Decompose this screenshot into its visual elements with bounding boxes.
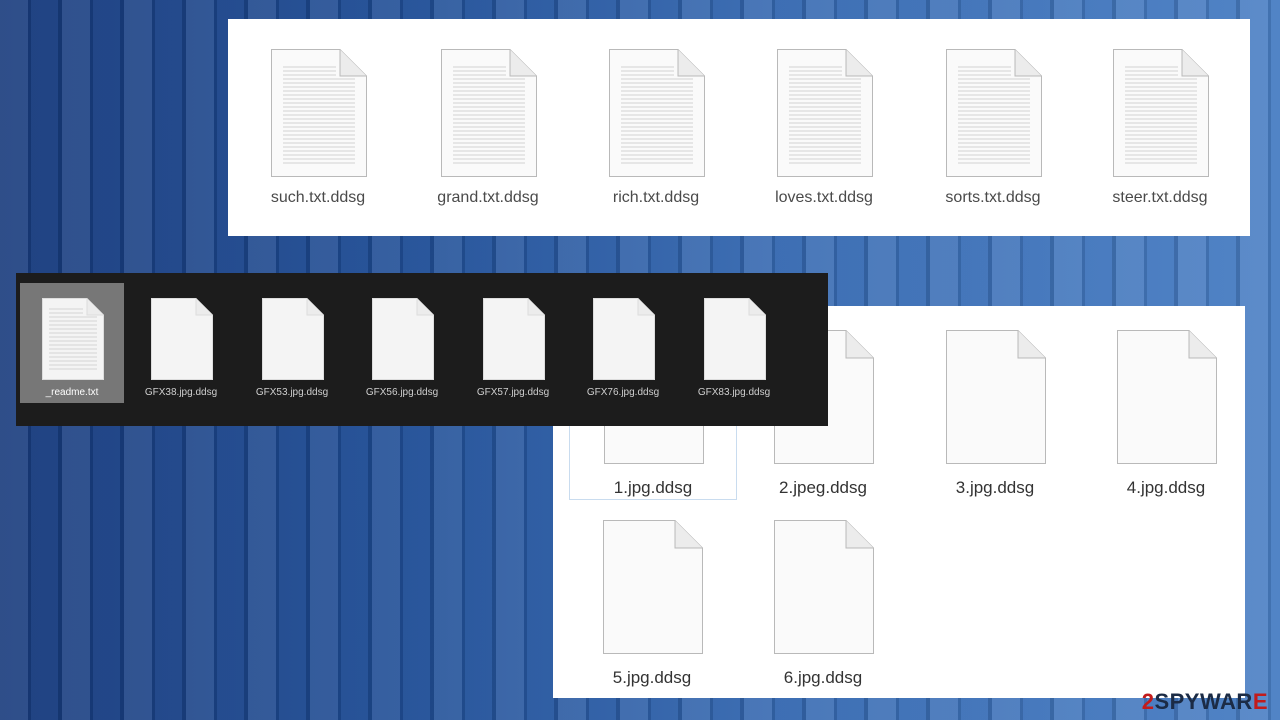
text-document-icon (271, 49, 367, 177)
blank-document-icon (593, 298, 655, 380)
file-name: 2.jpeg.ddsg (779, 478, 867, 497)
blank-document-icon (483, 298, 545, 380)
file-item-such[interactable]: such.txt.ddsg (248, 29, 388, 219)
file-item-gfx76[interactable]: GFX76.jpg.ddsg (571, 283, 675, 403)
file-name: 6.jpg.ddsg (783, 668, 863, 687)
file-item-gfx83[interactable]: GFX83.jpg.ddsg (682, 283, 786, 403)
file-name: GFX53.jpg.ddsg (255, 387, 329, 398)
file-item-3[interactable]: 3.jpg.ddsg (910, 306, 1080, 497)
watermark-number: 2 (1141, 689, 1155, 714)
file-item-gfx53[interactable]: GFX53.jpg.ddsg (240, 283, 344, 403)
file-name: 3.jpg.ddsg (955, 478, 1035, 497)
file-name: GFX38.jpg.ddsg (144, 387, 218, 398)
file-name: grand.txt.ddsg (437, 189, 539, 206)
file-item-gfx57[interactable]: GFX57.jpg.ddsg (461, 283, 565, 403)
text-document-icon (777, 49, 873, 177)
file-item-gfx38[interactable]: GFX38.jpg.ddsg (129, 283, 233, 403)
blank-document-icon (946, 330, 1046, 464)
blank-document-icon (1117, 330, 1217, 464)
blank-document-icon (151, 298, 213, 380)
file-name: GFX56.jpg.ddsg (365, 387, 439, 398)
file-name: rich.txt.ddsg (612, 189, 700, 206)
file-item-loves[interactable]: loves.txt.ddsg (754, 29, 894, 219)
blank-document-icon (262, 298, 324, 380)
file-name: loves.txt.ddsg (775, 189, 873, 206)
file-item-5[interactable]: 5.jpg.ddsg (567, 496, 737, 687)
file-name: 4.jpg.ddsg (1126, 478, 1206, 497)
file-name: _readme.txt (45, 387, 99, 398)
file-name: steer.txt.ddsg (1112, 189, 1208, 206)
watermark-suffix: E (1252, 689, 1268, 714)
text-files-panel: such.txt.ddsg grand.txt.ddsg rich.txt.dd… (228, 19, 1250, 236)
blank-document-icon (704, 298, 766, 380)
file-item-gfx56[interactable]: GFX56.jpg.ddsg (350, 283, 454, 403)
blank-document-icon (372, 298, 434, 380)
watermark-text: SPYWAR (1154, 689, 1253, 714)
text-document-icon (42, 298, 104, 380)
text-document-icon (609, 49, 705, 177)
file-name: GFX83.jpg.ddsg (697, 387, 771, 398)
file-name: such.txt.ddsg (270, 189, 366, 206)
file-name: 5.jpg.ddsg (612, 668, 692, 687)
file-name: 1.jpg.ddsg (613, 478, 693, 497)
file-item-steer[interactable]: steer.txt.ddsg (1090, 29, 1230, 219)
file-name: sorts.txt.ddsg (945, 189, 1041, 206)
file-item-sorts[interactable]: sorts.txt.ddsg (923, 29, 1063, 219)
file-name: GFX57.jpg.ddsg (476, 387, 550, 398)
dark-explorer-panel: _readme.txt GFX38.jpg.ddsg GFX53.jpg.dds… (16, 273, 828, 426)
file-item-grand[interactable]: grand.txt.ddsg (418, 29, 558, 219)
blank-document-icon (774, 520, 874, 654)
file-item-6[interactable]: 6.jpg.ddsg (738, 496, 908, 687)
text-document-icon (1113, 49, 1209, 177)
file-item-rich[interactable]: rich.txt.ddsg (586, 29, 726, 219)
text-document-icon (441, 49, 537, 177)
file-item-4[interactable]: 4.jpg.ddsg (1081, 306, 1251, 497)
file-item-readme[interactable]: _readme.txt (20, 283, 124, 403)
text-document-icon (946, 49, 1042, 177)
blank-document-icon (603, 520, 703, 654)
file-name: GFX76.jpg.ddsg (586, 387, 660, 398)
watermark-logo: 2SPYWARE (1142, 689, 1268, 715)
